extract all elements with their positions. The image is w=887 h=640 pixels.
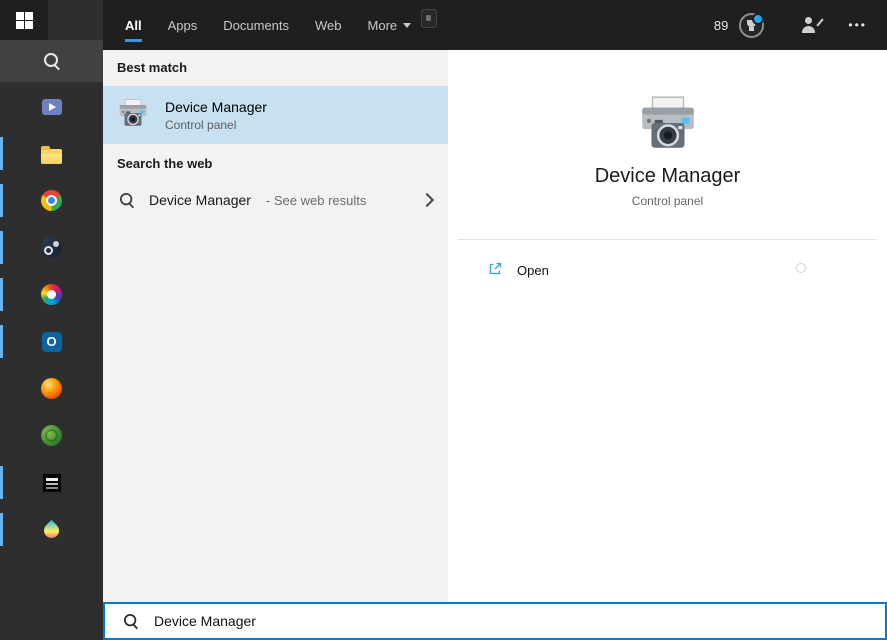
- tab-apps-label: Apps: [167, 17, 198, 33]
- search-the-web-heading: Search the web: [117, 156, 213, 171]
- taskbar-app-outlook[interactable]: O: [0, 318, 103, 365]
- tab-all-label: All: [125, 17, 142, 33]
- tab-all[interactable]: All: [125, 0, 142, 50]
- notification-dot: [752, 12, 765, 25]
- browser-icon: [41, 378, 62, 399]
- open-action[interactable]: Open: [487, 255, 549, 285]
- web-search-result[interactable]: Device Manager - See web results: [103, 180, 448, 220]
- movies-tv-icon: [41, 98, 62, 115]
- tab-more-label: More: [367, 17, 398, 33]
- preview-subtitle: Control panel: [631, 194, 704, 208]
- pencil-icon: [816, 18, 825, 27]
- search-icon: [43, 52, 61, 70]
- tab-web[interactable]: Web: [315, 0, 342, 50]
- best-match-title: Device Manager: [165, 98, 267, 115]
- best-match-subtitle: Control panel: [165, 117, 237, 132]
- preview-title: Device Manager: [594, 165, 741, 187]
- search-flyout: All Apps Documents Web More 89 ••• Best …: [103, 0, 887, 640]
- device-manager-icon: [116, 97, 150, 134]
- tray-overlay-icon[interactable]: [421, 9, 437, 28]
- search-icon: [119, 192, 135, 208]
- taskbar-app-ddu[interactable]: [0, 459, 103, 506]
- search-topbar: All Apps Documents Web More 89 •••: [103, 0, 887, 50]
- rewards-points: 89: [713, 17, 729, 33]
- preview-panel: Device Manager Control panel Open: [448, 50, 887, 602]
- search-filter-tabs: All Apps Documents Web More: [125, 0, 412, 50]
- best-match-heading: Best match: [117, 60, 188, 75]
- rewards-button[interactable]: 89: [708, 12, 770, 39]
- tab-web-label: Web: [315, 17, 342, 33]
- steam-icon: [41, 237, 62, 258]
- account-icon: [800, 17, 825, 33]
- best-match-result[interactable]: Device Manager Control panel: [103, 86, 448, 144]
- start-button[interactable]: [0, 0, 48, 40]
- taskbar-app-rgb[interactable]: [0, 506, 103, 553]
- chrome-icon: [41, 190, 62, 211]
- tab-apps[interactable]: Apps: [168, 0, 198, 50]
- divider: [458, 239, 877, 240]
- search-icon: [123, 613, 139, 629]
- taskbar-app-green[interactable]: [0, 412, 103, 459]
- taskbar-app-movies-tv[interactable]: [0, 83, 103, 130]
- taskbar-app-steam[interactable]: [0, 224, 103, 271]
- rewards-trophy-icon: [739, 12, 765, 38]
- taskbar-app-browser[interactable]: [0, 365, 103, 412]
- tab-more[interactable]: More: [368, 0, 412, 50]
- search-bar: [103, 602, 887, 640]
- green-app-icon: [41, 425, 62, 446]
- open-external-icon: [487, 261, 503, 280]
- web-result-query: Device Manager: [149, 192, 251, 208]
- file-explorer-icon: [41, 145, 62, 164]
- chevron-right-icon: [419, 192, 435, 208]
- account-button[interactable]: [794, 16, 825, 34]
- taskbar: O: [0, 0, 103, 640]
- topbar-right-cluster: 89 •••: [708, 0, 867, 50]
- taskbar-app-chrome[interactable]: [0, 177, 103, 224]
- more-options-button[interactable]: •••: [848, 18, 867, 32]
- droplet-icon: [40, 519, 63, 542]
- web-result-hint: - See web results: [265, 192, 367, 208]
- results-panel: Best match Device Manager Control panel …: [103, 50, 448, 602]
- taskbar-pinned-apps: O: [0, 83, 103, 553]
- media-app-icon: [41, 284, 62, 305]
- tab-documents-label: Documents: [223, 17, 290, 33]
- windows-logo-icon: [15, 11, 33, 29]
- taskbar-app-media[interactable]: [0, 271, 103, 318]
- outlook-icon: O: [41, 331, 62, 352]
- tab-documents[interactable]: Documents: [223, 0, 289, 50]
- search-input[interactable]: [152, 603, 885, 639]
- taskbar-app-file-explorer[interactable]: [0, 130, 103, 177]
- taskbar-search-button[interactable]: [0, 40, 103, 82]
- ddu-icon: [41, 472, 62, 493]
- faint-ring: [796, 263, 806, 273]
- open-label: Open: [517, 262, 549, 278]
- chevron-down-icon: [403, 22, 412, 28]
- device-manager-icon: [635, 92, 701, 158]
